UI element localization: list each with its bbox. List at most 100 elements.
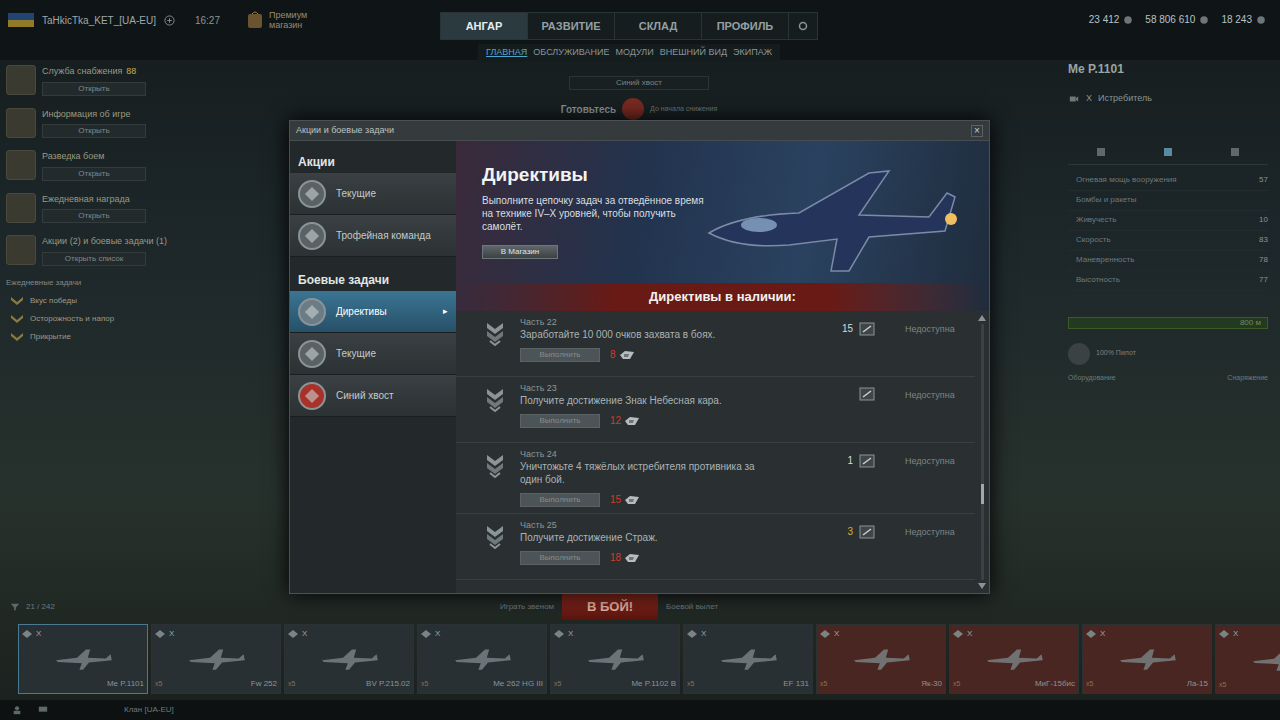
shop-button[interactable]: В Магазин — [482, 245, 558, 259]
clan-label[interactable]: Клан [UA-EU] — [124, 704, 174, 716]
plane-card[interactable]: Xx5Fw 252 — [151, 624, 281, 694]
mode-button[interactable]: Боевой вылет — [666, 601, 718, 613]
altitude-bar: 800 м — [1068, 317, 1268, 329]
stat-row[interactable]: Огневая мощь вооружения57 — [1068, 171, 1268, 191]
currency-icon — [1199, 15, 1209, 25]
premium-sub: магазин — [269, 20, 307, 30]
tab-icon — [1229, 146, 1241, 158]
plane-card[interactable]: XMe P.1101 — [18, 624, 148, 694]
tab-icon — [1095, 146, 1107, 158]
event-status: ГотовьтесьДо начала снижения — [561, 98, 718, 120]
sub-nav-tab[interactable]: ГЛАВНАЯ — [486, 46, 527, 60]
nav-tab[interactable]: РАЗВИТИЕ — [528, 13, 615, 39]
currency[interactable]: 58 806 610 — [1145, 12, 1209, 27]
currency[interactable]: 23 412 — [1089, 12, 1134, 27]
sidebar-item-badge: 88 — [126, 65, 136, 79]
plane-icon — [841, 647, 921, 671]
user-icon — [12, 705, 22, 715]
plane-icon — [43, 647, 123, 671]
plane-card[interactable]: Xx5Me P.1102 B — [550, 624, 680, 694]
plane-card[interactable]: Xx5Як-30 — [816, 624, 946, 694]
stat-row[interactable]: Высотность77 — [1068, 271, 1268, 291]
plane-card[interactable]: Xx5EF 131 — [683, 624, 813, 694]
nav-tab[interactable]: ПРОФИЛЬ — [702, 13, 789, 39]
directive-task: Уничтожьте 4 тяжёлых истребителя противн… — [520, 460, 765, 486]
currency[interactable]: 18 243 — [1221, 12, 1266, 27]
sidebar-open-button[interactable]: Открыть список — [42, 252, 146, 266]
equipment-label: Оборудование — [1068, 373, 1116, 384]
banner-title: Директивы — [482, 161, 716, 190]
sidebar-item[interactable]: Служба снабжения88Открыть — [6, 62, 170, 99]
sidebar-open-button[interactable]: Открыть — [42, 82, 146, 96]
complete-button[interactable]: Выполнить — [520, 493, 600, 507]
premium-shop[interactable]: Премиуммагазин — [246, 10, 307, 30]
sidebar-item-title: Информация об игре — [42, 108, 131, 122]
plane-card[interactable]: Xx5Ла-15 — [1082, 624, 1212, 694]
close-button[interactable]: × — [971, 125, 983, 137]
sub-nav-tab[interactable]: ЭКИПАЖ — [733, 46, 772, 60]
directive-row: Часть 22Заработайте 10 000 очков захвата… — [456, 311, 975, 377]
battle-button[interactable]: В БОЙ! — [562, 594, 658, 620]
dialog-title: Акции и боевые задачи — [296, 124, 394, 138]
platoon-button[interactable]: Играть звеном — [500, 601, 554, 613]
pilot-row[interactable]: 100% Пилот — [1068, 343, 1268, 365]
reward: 12 — [610, 413, 640, 428]
sidebar-item[interactable]: Ежедневная наградаОткрыть — [6, 190, 170, 227]
sidebar-item[interactable]: Разведка боемОткрыть — [6, 147, 170, 184]
sidebar-open-button[interactable]: Открыть — [42, 124, 146, 138]
jet-icon — [699, 153, 959, 275]
player-name[interactable]: TaHkicTka_KET_[UA-EU] — [42, 13, 156, 28]
complete-button[interactable]: Выполнить — [520, 414, 600, 428]
sidebar-item[interactable]: Акции (2) и боевые задачи (1)Открыть спи… — [6, 232, 170, 269]
stat-row[interactable]: Живучесть10 — [1068, 211, 1268, 231]
sidebar-item[interactable]: Информация об игре Открыть — [6, 105, 170, 142]
objective-icon — [859, 322, 875, 336]
complete-button[interactable]: Выполнить — [520, 348, 600, 362]
sub-nav-tab[interactable]: МОДУЛИ — [615, 46, 653, 60]
event-box[interactable]: Синий хвост — [569, 76, 709, 90]
stat-row[interactable]: Скорость83 — [1068, 231, 1268, 251]
scroll-thumb[interactable] — [981, 484, 984, 504]
sub-nav-tab[interactable]: ОБСЛУЖИВАНИЕ — [533, 46, 609, 60]
player-block: TaHkicTka_KET_[UA-EU]16:27Премиуммагазин — [0, 0, 440, 30]
plane-card[interactable]: Xx5BV P.215.02 — [284, 624, 414, 694]
daily-task[interactable]: Осторожность и напор — [6, 313, 170, 325]
status-bar: Клан [UA-EU] — [0, 700, 1280, 720]
chevron-icon — [10, 332, 24, 342]
stat-row[interactable]: Бомбы и ракеты — [1068, 191, 1268, 211]
chat-icon — [36, 705, 50, 715]
daily-task[interactable]: Прикрытие — [6, 331, 170, 343]
plane-card[interactable]: Xx5 — [1215, 624, 1280, 694]
menu-item[interactable]: Трофейная команда — [290, 215, 456, 257]
sub-nav-tab[interactable]: ВНЕШНИЙ ВИД — [660, 46, 727, 60]
stat-row[interactable]: Маневренность78 — [1068, 251, 1268, 271]
menu-item[interactable]: Синий хвост — [290, 375, 456, 417]
sidebar-open-button[interactable]: Открыть — [42, 209, 146, 223]
settings-tab[interactable] — [789, 13, 817, 39]
directive-part: Часть 24 — [520, 449, 765, 460]
currencies: 23 412 58 806 610 18 243 — [1089, 0, 1280, 27]
plane-card[interactable]: Xx5Me 262 HG III — [417, 624, 547, 694]
daily-task[interactable]: Вкус победы — [6, 295, 170, 307]
scrollbar[interactable] — [975, 311, 989, 593]
banner-footer: Директивы в наличии: — [456, 283, 989, 311]
menu-item[interactable]: Текущие — [290, 333, 456, 375]
token-icon — [624, 494, 640, 506]
complete-button[interactable]: Выполнить — [520, 551, 600, 565]
plane-icon — [708, 647, 788, 671]
missions-dialog: Акции и боевые задачи×АкцииТекущиеТрофей… — [289, 120, 990, 594]
event-icon — [622, 98, 644, 120]
filter-icon — [10, 602, 20, 612]
plane-icon — [442, 647, 522, 671]
nation-icon — [288, 630, 298, 638]
menu-item[interactable]: Текущие — [290, 173, 456, 215]
menu-item-icon — [298, 180, 326, 208]
add-icon — [164, 15, 175, 26]
menu-item-icon — [298, 340, 326, 368]
nav-tab[interactable]: СКЛАД — [615, 13, 702, 39]
sidebar-open-button[interactable]: Открыть — [42, 167, 146, 181]
plane-card[interactable]: Xx5МиГ-15бис — [949, 624, 1079, 694]
directive-list: Часть 22Заработайте 10 000 очков захвата… — [456, 311, 989, 593]
menu-item[interactable]: Директивы▸ — [290, 291, 456, 333]
nav-tab[interactable]: АНГАР — [441, 13, 528, 39]
